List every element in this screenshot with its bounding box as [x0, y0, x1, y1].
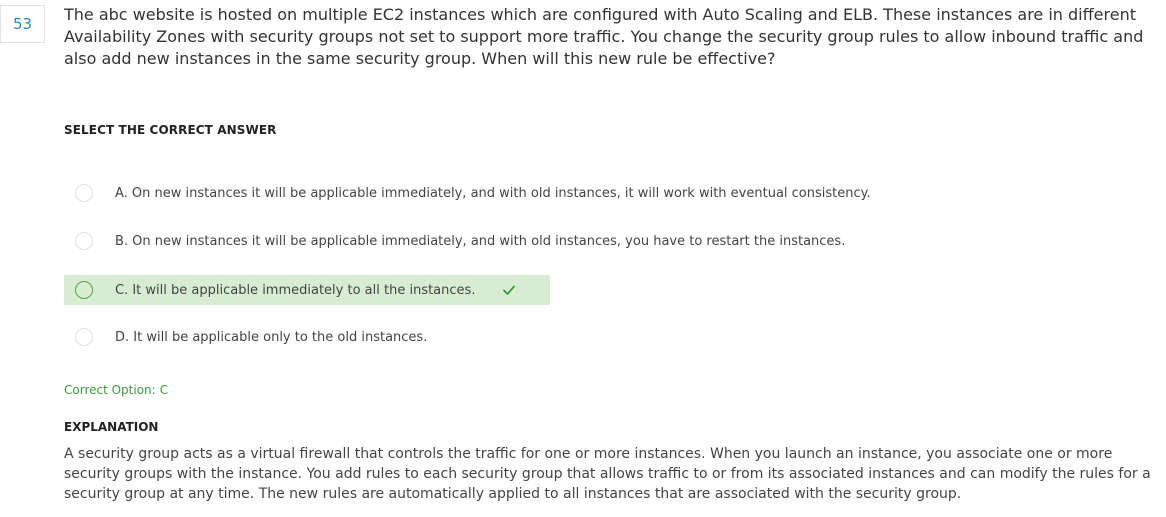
- question-number: 53: [12, 15, 33, 33]
- answer-option-c-label: C. It will be applicable immediately to …: [115, 282, 476, 298]
- answer-option-a[interactable]: A. On new instances it will be applicabl…: [64, 178, 871, 208]
- question-text: The abc website is hosted on multiple EC…: [64, 5, 1144, 68]
- answer-option-c[interactable]: C. It will be applicable immediately to …: [64, 275, 550, 305]
- explanation-heading: EXPLANATION: [64, 420, 159, 434]
- radio-button-c[interactable]: [75, 281, 93, 299]
- answer-option-b[interactable]: B. On new instances it will be applicabl…: [64, 226, 845, 256]
- explanation-text: A security group acts as a virtual firew…: [64, 446, 1151, 502]
- answer-option-d[interactable]: D. It will be applicable only to the old…: [64, 322, 427, 352]
- correct-option-label: Correct Option:: [64, 383, 156, 397]
- answer-option-d-label: D. It will be applicable only to the old…: [115, 329, 428, 345]
- answer-option-b-label: B. On new instances it will be applicabl…: [115, 233, 846, 249]
- correct-option-value: C: [159, 383, 169, 397]
- question-number-badge: 53: [0, 5, 45, 43]
- checkmark-icon: [503, 285, 516, 295]
- radio-button-d[interactable]: [75, 328, 93, 346]
- quiz-question-card: 53 The abc website is hosted on multiple…: [0, 0, 1166, 517]
- radio-button-b[interactable]: [75, 232, 93, 250]
- correct-option-indicator: Correct Option: C: [64, 383, 168, 397]
- answer-option-a-label: A. On new instances it will be applicabl…: [115, 185, 871, 201]
- radio-button-a[interactable]: [75, 184, 93, 202]
- select-answer-heading: SELECT THE CORRECT ANSWER: [64, 123, 277, 137]
